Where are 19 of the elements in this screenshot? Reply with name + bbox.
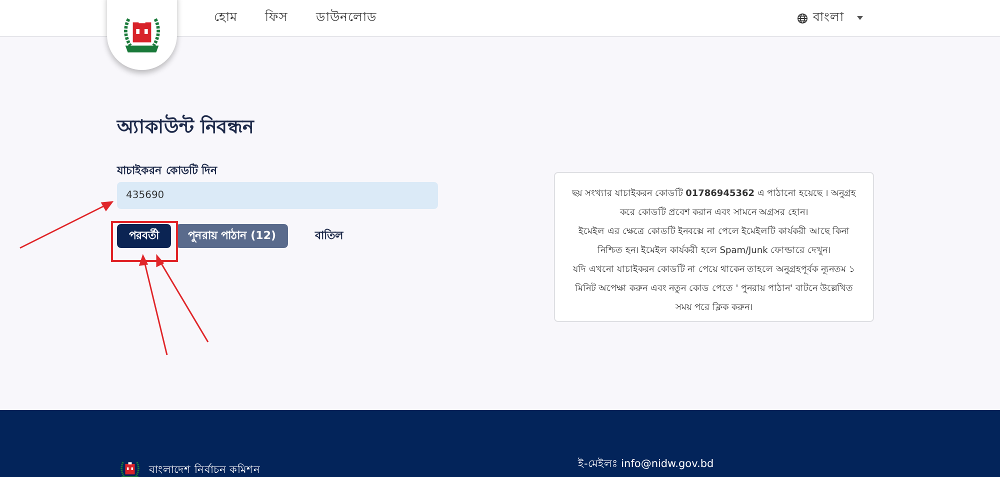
field-label: যাচাইকরন কোডটি দিন <box>117 164 219 178</box>
footer-email: ই-মেইলঃ info@nidw.gov.bd <box>578 456 714 472</box>
page-title: অ্যাকাউন্ট নিবন্ধন <box>117 115 256 139</box>
cancel-button[interactable]: বাতিল <box>303 224 356 248</box>
nav-link[interactable]: হোম <box>214 8 237 28</box>
highlight-frame <box>111 221 178 262</box>
code-input-field[interactable]: 435690 <box>117 182 438 209</box>
organization-name: বাংলাদেশ নির্বাচন কমিশন <box>149 462 261 477</box>
next-button[interactable]: পরবর্তী <box>117 224 171 248</box>
info-paragraph: ছয় সংখ্যার যাচাইকরন কোডটি 01786945362 এ পাঠানো হয়েছে । অনুগ্রহ করে কোডটি প্রবেশ করান এবং সামনে অগ্রসর হোন। <box>570 186 857 220</box>
language-selector[interactable]: বাংলা <box>797 8 863 28</box>
nav-link[interactable]: ফিস <box>265 8 288 28</box>
info-paragraph: ইমেইল এর ক্ষেত্রে কোডটি ইনবক্সে না পেলে ইমেইলটি কার্যকরী আছে কিনা নিশ্চিত হন। ইমেইল কার্যকরী হলে Spam/Junk ফোল্ডারে দেখুন। <box>577 224 850 258</box>
info-paragraph: যদি এখনো যাচাইকরন কোডটি না পেয়ে থাকেন তাহলে অনুগ্রহপূর্বক ন্যূনতম ১ মিনিট অপেক্ষা করুন এবং নতুন কোড পেতে ' পুনরায় পাঠান' বাটনে উল্লেখিত সময় পরে ক্লিক করুন। <box>572 262 856 315</box>
logo-badge[interactable] <box>107 0 177 70</box>
caret-icon <box>857 16 863 20</box>
resend-button[interactable]: পুনরায় পাঠান (12) <box>176 224 288 248</box>
nav-link[interactable]: ডাউনলোড <box>316 8 377 28</box>
globe-icon <box>797 12 808 24</box>
